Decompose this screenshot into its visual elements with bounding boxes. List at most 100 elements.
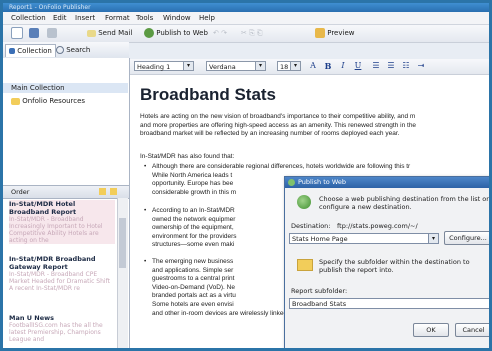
- tree-item-main-collection[interactable]: Main Collection: [3, 83, 128, 93]
- menu-window[interactable]: Window: [163, 12, 191, 24]
- note-title: Man U News: [9, 314, 55, 322]
- preview-label: Preview: [327, 29, 355, 37]
- order-bar: Order: [3, 185, 129, 199]
- search-icon: [56, 46, 64, 54]
- paragraph-line: and more properties are offering high-sp…: [140, 121, 417, 129]
- configure-button[interactable]: Configure...: [444, 231, 489, 245]
- main-collection-label: Main Collection: [11, 84, 65, 92]
- globe-icon: [297, 195, 311, 209]
- tab-collection[interactable]: Collection: [5, 44, 56, 57]
- folder-icon[interactable]: [99, 188, 106, 195]
- undo-button[interactable]: ↶ ↷: [213, 27, 227, 40]
- save-icon: [29, 28, 39, 38]
- font-select[interactable]: Verdana ▾: [206, 61, 266, 71]
- publish-to-web-button[interactable]: Publish to Web: [144, 27, 208, 40]
- menu-format[interactable]: Format: [105, 12, 130, 24]
- globe-icon: [288, 179, 295, 186]
- send-mail-button[interactable]: Send Mail: [87, 27, 132, 40]
- preview-icon: [315, 28, 325, 38]
- dialog-intro: configure a new destination.: [319, 203, 412, 211]
- style-value: Heading 1: [137, 63, 171, 71]
- folder-icon[interactable]: [110, 188, 117, 195]
- style-select[interactable]: Heading 1 ▾: [134, 61, 194, 71]
- text-color-button[interactable]: A: [307, 60, 319, 72]
- tree-item-onfolio-resources[interactable]: Onfolio Resources: [11, 96, 85, 106]
- italic-button[interactable]: I: [337, 60, 349, 72]
- menu-help[interactable]: Help: [199, 12, 215, 24]
- main-toolbar: Send Mail Publish to Web ↶ ↷ ✂ ⎘ ⎗ Previ…: [3, 25, 489, 43]
- subfolder-label: Report subfolder:: [291, 287, 348, 295]
- bullet-line: The emerging new business: [152, 258, 234, 265]
- preview-button[interactable]: Preview: [315, 27, 354, 40]
- paragraph-line: Hotels are acting on the new vision of b…: [140, 113, 416, 120]
- indent-icon[interactable]: ⇥: [415, 60, 427, 72]
- bullet-line: Although there are considerable regional…: [152, 163, 411, 170]
- note-body: In-Stat/MDR - Broadband CPE Market Heade…: [9, 271, 110, 292]
- clipboard-buttons[interactable]: ✂ ⎘ ⎗: [241, 27, 263, 40]
- send-mail-label: Send Mail: [98, 29, 133, 37]
- globe-icon: [144, 28, 154, 38]
- bullet-dot: •: [144, 163, 147, 170]
- list-icon[interactable]: ☷: [400, 60, 412, 72]
- bullet-dot: •: [144, 207, 147, 214]
- ok-button[interactable]: OK: [413, 323, 449, 337]
- title-bar: Report1 - OnFolio Publisher: [3, 3, 489, 12]
- bold-button[interactable]: B: [322, 60, 334, 72]
- menu-bar: Collection Edit Insert Format Tools Wind…: [3, 12, 489, 25]
- note-title: In-Stat/MDR Broadband Gateway Report: [9, 255, 96, 271]
- tab-search[interactable]: Search: [53, 44, 93, 56]
- print-icon: [47, 28, 57, 38]
- print-button[interactable]: [47, 27, 57, 40]
- underline-button[interactable]: U: [352, 60, 364, 72]
- tab-collection-label: Collection: [17, 47, 52, 55]
- bullet-line: environment for the providers: [152, 232, 237, 240]
- scroll-thumb[interactable]: [119, 218, 126, 268]
- app-window: Report1 - OnFolio Publisher Collection E…: [0, 0, 492, 351]
- size-select[interactable]: 18 ▾: [277, 61, 301, 71]
- font-value: Verdana: [209, 63, 236, 71]
- bullet-line: opportunity. Europe has bee: [152, 180, 234, 188]
- tab-search-label: Search: [66, 46, 91, 54]
- bullet-line: Video-on-Demand (VoD). Ne: [152, 283, 235, 291]
- page-title: Broadband Stats: [140, 85, 277, 104]
- list-item[interactable]: Man U News FootballISG.com has the all t…: [9, 314, 115, 348]
- menu-insert[interactable]: Insert: [75, 12, 95, 24]
- destination-hint: ftp://stats.poweg.com/~/: [337, 222, 418, 230]
- dialog-title: Publish to Web: [298, 178, 346, 186]
- new-document-icon: [11, 27, 23, 39]
- paragraph-line: In-Stat/MDR has also found that:: [140, 153, 235, 160]
- size-value: 18: [280, 63, 289, 71]
- chevron-down-icon: ▾: [255, 62, 265, 70]
- order-dropdown[interactable]: Order: [11, 186, 29, 198]
- list-item[interactable]: In-Stat/MDR Broadband Gateway Report In-…: [9, 255, 115, 299]
- subfolder-value: Broadband Stats: [292, 300, 347, 308]
- bullet-line: and applications. Simple ser: [152, 266, 234, 274]
- align-left-icon[interactable]: ☰: [370, 60, 382, 72]
- format-toolbar: Heading 1 ▾ Verdana ▾ 18 ▾ A B I U ☰ ☰ ☷ ⇥: [130, 59, 489, 75]
- chevron-down-icon: ▾: [428, 234, 438, 243]
- destination-label: Destination:: [291, 222, 331, 230]
- align-center-icon[interactable]: ☰: [385, 60, 397, 72]
- subfolder-input[interactable]: Broadband Stats: [289, 298, 489, 309]
- bullet-line: branded portals act as a virtu: [152, 292, 236, 300]
- subfolder-text: publish the report into.: [319, 266, 394, 274]
- bullet-line: owned the network equipmer: [152, 215, 236, 223]
- destination-select[interactable]: Stats Home Page ▾: [289, 233, 439, 244]
- publish-to-web-label: Publish to Web: [156, 29, 208, 37]
- menu-edit[interactable]: Edit: [53, 12, 67, 24]
- menu-tools[interactable]: Tools: [136, 12, 153, 24]
- window-title: Report1 - OnFolio Publisher: [9, 4, 91, 11]
- menu-collection[interactable]: Collection: [11, 12, 46, 24]
- left-pane-header: Collection Search: [3, 42, 129, 59]
- new-button[interactable]: [11, 27, 23, 40]
- bullet-line: considerable growth in this m: [152, 188, 237, 196]
- cancel-button[interactable]: Cancel: [455, 323, 489, 337]
- list-scrollbar[interactable]: [117, 198, 128, 348]
- list-item[interactable]: In-Stat/MDR Hotel Broadband Report In-St…: [9, 200, 115, 244]
- destination-value: Stats Home Page: [292, 235, 348, 243]
- dialog-title-bar: Publish to Web: [285, 177, 489, 188]
- save-button[interactable]: [29, 27, 39, 40]
- chevron-down-icon: ▾: [183, 62, 193, 70]
- note-body: In-Stat/MDR - Broadband Increasingly Imp…: [9, 216, 103, 244]
- subfolder-text: Specify the subfolder within the destina…: [319, 258, 470, 266]
